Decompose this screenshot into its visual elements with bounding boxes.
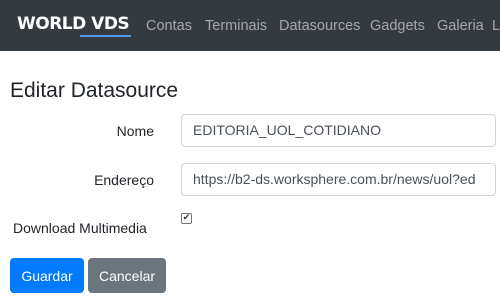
- cancel-button[interactable]: Cancelar: [88, 258, 166, 293]
- page-title: Editar Datasource: [10, 79, 179, 102]
- download-multimedia-checkbox[interactable]: ✔: [181, 213, 192, 224]
- save-button[interactable]: Guardar: [10, 258, 84, 293]
- nav-link-galeria[interactable]: Galeria: [437, 17, 484, 35]
- nome-input[interactable]: EDITORIA_UOL_COTIDIANO: [181, 114, 496, 147]
- nav-link-terminais[interactable]: Terminais: [205, 17, 267, 35]
- nav-link-datasources[interactable]: Datasources: [279, 17, 360, 35]
- brand-text: WORLD VDS: [17, 14, 130, 34]
- nav-link-truncated[interactable]: L: [492, 17, 500, 35]
- brand-logo[interactable]: WORLD VDS: [17, 14, 131, 37]
- checkmark-icon: ✔: [182, 213, 191, 223]
- download-multimedia-label: Download Multimedia: [13, 220, 147, 236]
- brand-underline: [80, 35, 131, 37]
- nav-link-gadgets[interactable]: Gadgets: [370, 17, 425, 35]
- nav-link-contas[interactable]: Contas: [146, 17, 192, 35]
- endereco-label: Endereço: [94, 172, 154, 188]
- top-navbar: WORLD VDS Contas Terminais Datasources G…: [0, 0, 500, 51]
- nome-label: Nome: [116, 123, 154, 139]
- endereco-input[interactable]: https://b2-ds.worksphere.com.br/news/uol…: [181, 163, 496, 196]
